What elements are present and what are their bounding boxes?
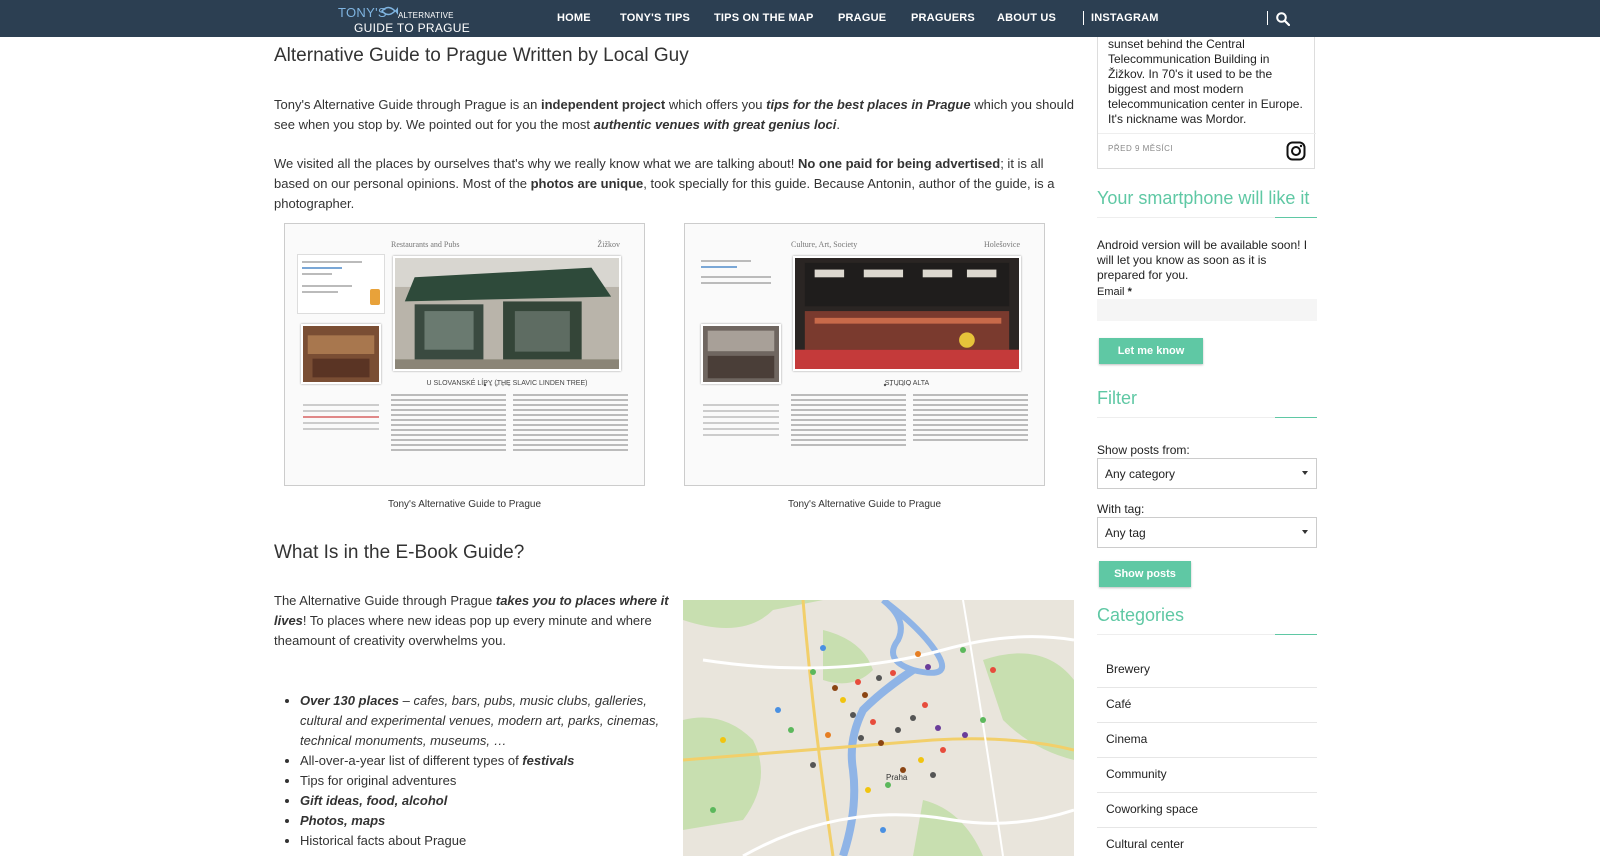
category-select[interactable]: Any category — [1097, 458, 1317, 489]
filter-title: Filter — [1097, 388, 1137, 408]
show-posts-from-label: Show posts from: — [1097, 443, 1190, 457]
map-city-label: Praha — [886, 773, 908, 782]
email-label: Email * — [1097, 286, 1132, 298]
venue-name: STUDIO ALTA — [884, 380, 930, 387]
category-list: Brewery Café Cinema Community Coworking … — [1097, 653, 1317, 856]
tag-select[interactable]: Any tag — [1097, 517, 1317, 548]
nav-separator — [1267, 11, 1268, 25]
nav-instagram[interactable]: INSTAGRAM — [1091, 12, 1159, 24]
smartphone-text: Android version will be available soon! … — [1097, 238, 1308, 282]
nav-home[interactable]: HOME — [557, 12, 591, 24]
divider — [1098, 133, 1316, 134]
chevron-down-icon — [1302, 471, 1308, 475]
ebook-page-preview[interactable]: Culture, Art, Society Holešovice STUDIO … — [684, 223, 1045, 486]
list-item: Over 130 places – cafes, bars, pubs, mus… — [300, 691, 680, 751]
with-tag-label: With tag: — [1097, 502, 1145, 516]
venue-photo — [793, 256, 1021, 371]
nav-separator — [1083, 11, 1084, 25]
nav-tonys-tips[interactable]: TONY'S TIPS — [620, 12, 690, 24]
instagram-caption: sunset behind the Central Telecommunicat… — [1108, 37, 1303, 126]
list-item: Gift ideas, food, alcohol — [300, 791, 680, 811]
text-column — [391, 394, 506, 460]
page-title: Alternative Guide to Prague Written by L… — [274, 45, 689, 66]
side-note — [697, 404, 785, 454]
title-underline — [1097, 417, 1317, 418]
venue-info-box — [697, 254, 785, 314]
page-category: Restaurants and Pubs — [391, 240, 460, 249]
logo-line1b: ALTERNATIVE — [398, 11, 454, 20]
intro-paragraph-2: We visited all the places by ourselves t… — [274, 156, 1055, 211]
figure-caption: Tony's Alternative Guide to Prague — [387, 499, 542, 510]
ebook-intro-paragraph: The Alternative Guide through Prague tak… — [274, 593, 669, 648]
top-nav-bar: TONY'S ALTERNATIVE GUIDE TO PRAGUE HOME … — [0, 0, 1600, 37]
smartphone-title: Your smartphone will like it — [1097, 188, 1310, 208]
instagram-card[interactable]: sunset behind the Central Telecommunicat… — [1097, 37, 1316, 169]
category-item-coworking-space[interactable]: Coworking space — [1097, 793, 1317, 828]
ebook-page-preview[interactable]: Restaurants and Pubs Žižkov U SLOVANSKÉ … — [284, 223, 645, 486]
nav-tips-on-the-map[interactable]: TIPS ON THE MAP — [714, 12, 814, 24]
title-underline — [1097, 634, 1317, 635]
feature-list: Over 130 places – cafes, bars, pubs, mus… — [300, 691, 680, 851]
fish-logo-icon — [381, 6, 398, 16]
logo-line2: GUIDE TO PRAGUE — [354, 21, 471, 35]
instagram-icon[interactable] — [1286, 141, 1306, 161]
email-field[interactable] — [1097, 299, 1317, 321]
page-district: Holešovice — [984, 240, 1020, 249]
chevron-down-icon — [1302, 530, 1308, 534]
pub-interior-photo — [301, 324, 381, 384]
slider-dots — [883, 374, 923, 387]
venue-info-box — [297, 254, 385, 314]
category-item-cafe[interactable]: Café — [1097, 688, 1317, 723]
section-title: What Is in the E-Book Guide? — [274, 542, 525, 563]
venue-interior-photo — [701, 324, 781, 384]
let-me-know-button[interactable]: Let me know — [1099, 338, 1203, 364]
page-district: Žižkov — [597, 240, 620, 249]
list-item: All-over-a-year list of different types … — [300, 751, 680, 771]
categories-title: Categories — [1097, 605, 1185, 625]
page-category: Culture, Art, Society — [791, 240, 858, 249]
pub-photo — [393, 256, 621, 371]
venue-name: U SLOVANSKÉ LÍPY (THE SLAVIC LINDEN TREE… — [426, 380, 588, 387]
text-column — [791, 394, 906, 460]
side-note — [297, 404, 385, 454]
site-logo[interactable]: TONY'S ALTERNATIVE GUIDE TO PRAGUE — [338, 3, 478, 35]
nav-prague[interactable]: PRAGUE — [838, 12, 886, 24]
instagram-time: PŘED 9 MĚSÍCI — [1108, 144, 1174, 153]
category-item-cultural-center[interactable]: Cultural center — [1097, 828, 1317, 856]
list-item: Tips for original adventures — [300, 771, 680, 791]
nav-praguers[interactable]: PRAGUERS — [911, 12, 975, 24]
prague-tips-map[interactable]: Praha — [683, 600, 1074, 856]
show-posts-button[interactable]: Show posts — [1099, 561, 1191, 587]
text-column — [513, 394, 628, 460]
figure-caption: Tony's Alternative Guide to Prague — [787, 499, 942, 510]
list-item: Photos, maps — [300, 811, 680, 831]
text-column — [913, 394, 1028, 460]
list-item: Historical facts about Prague — [300, 831, 680, 851]
title-underline — [1097, 217, 1317, 218]
nav-about-us[interactable]: ABOUT US — [997, 12, 1056, 24]
slider-dots — [483, 374, 523, 387]
search-icon[interactable] — [1276, 12, 1290, 26]
intro-paragraph-1: Tony's Alternative Guide through Prague … — [274, 97, 1074, 132]
category-item-brewery[interactable]: Brewery — [1097, 653, 1317, 688]
category-item-cinema[interactable]: Cinema — [1097, 723, 1317, 758]
category-item-community[interactable]: Community — [1097, 758, 1317, 793]
